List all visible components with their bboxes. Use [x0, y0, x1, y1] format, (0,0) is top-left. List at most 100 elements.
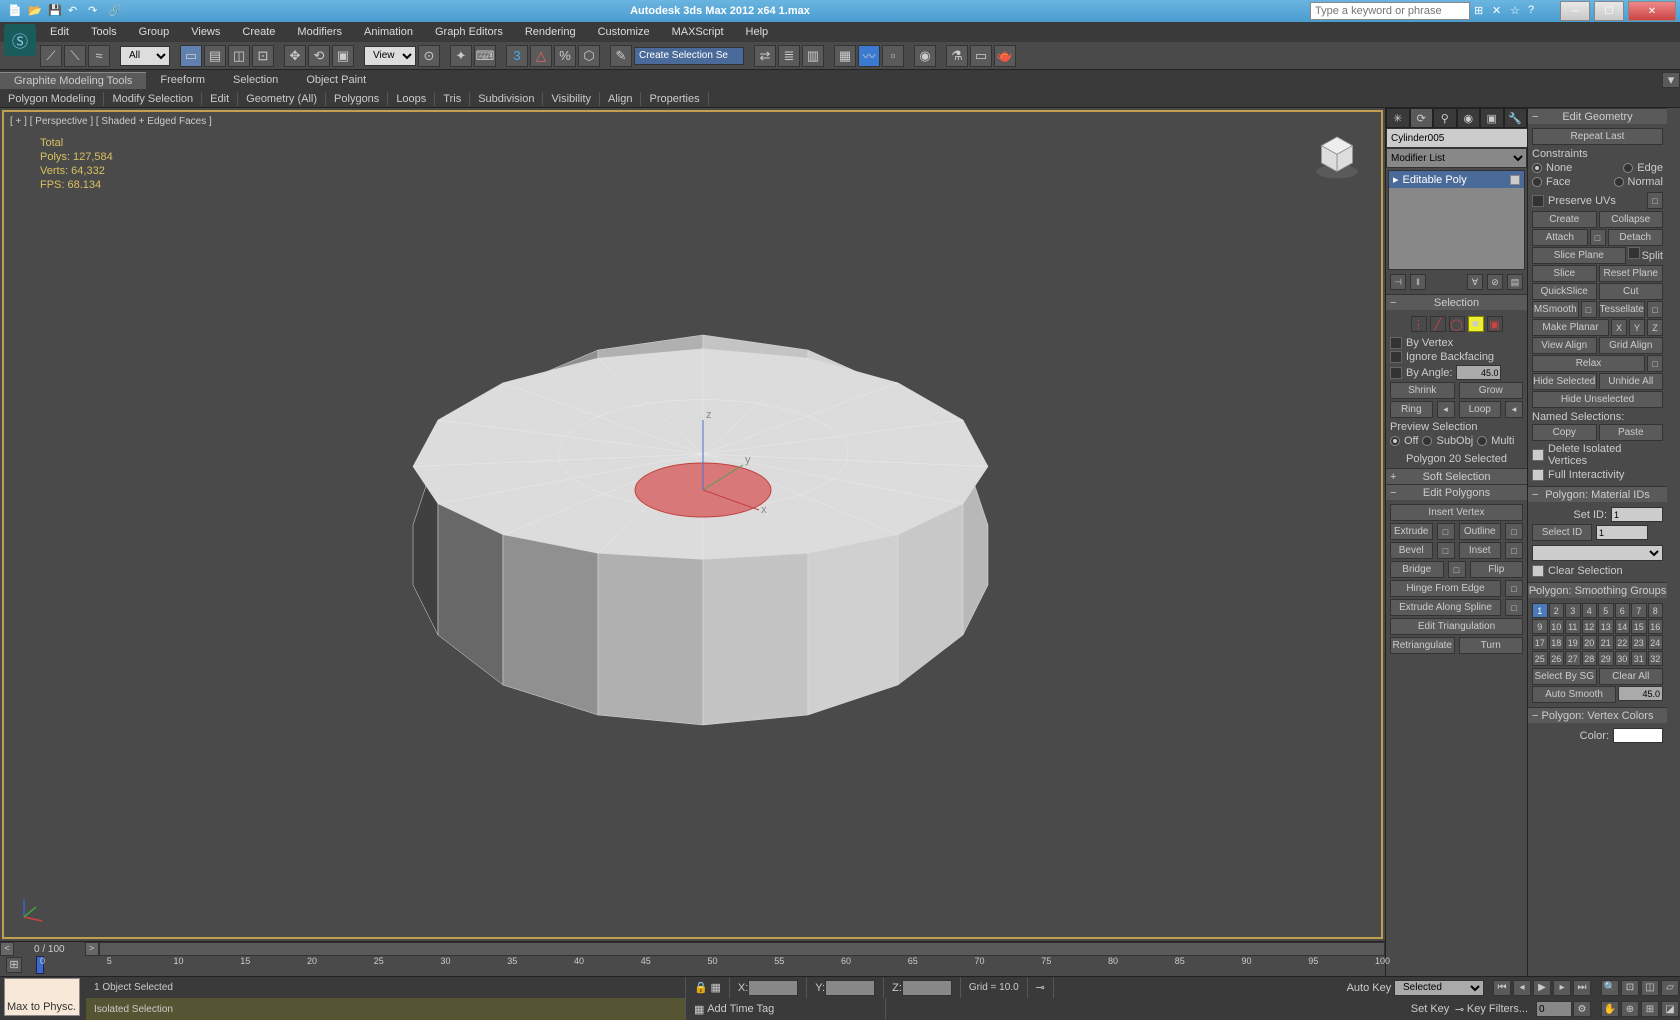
- fav-icon[interactable]: ☆: [1510, 4, 1524, 18]
- min-max-icon[interactable]: ◪: [1661, 1001, 1679, 1017]
- sg-16[interactable]: 16: [1648, 619, 1664, 634]
- undo-icon[interactable]: ↶: [68, 4, 82, 18]
- edit-geom-hdr[interactable]: −Edit Geometry: [1528, 108, 1667, 124]
- rib-tris[interactable]: Tris: [435, 92, 470, 106]
- maxscript-listener[interactable]: Max to Physc.: [4, 978, 80, 1016]
- planar-y[interactable]: Y: [1629, 319, 1645, 336]
- sg-21[interactable]: 21: [1598, 635, 1614, 650]
- con-normal-radio[interactable]: [1614, 177, 1624, 187]
- by-angle-check[interactable]: [1390, 367, 1402, 379]
- extrude-spline-button[interactable]: Extrude Along Spline: [1390, 599, 1501, 616]
- sg-13[interactable]: 13: [1598, 619, 1614, 634]
- sg-15[interactable]: 15: [1631, 619, 1647, 634]
- con-none-radio[interactable]: [1532, 163, 1542, 173]
- menu-modifiers[interactable]: Modifiers: [287, 24, 352, 40]
- detach-button[interactable]: Detach: [1608, 229, 1664, 246]
- link-tool-icon[interactable]: ⟋: [40, 45, 62, 67]
- create-tab-icon[interactable]: ✳: [1386, 108, 1410, 128]
- tl-track[interactable]: [99, 942, 1385, 956]
- app-logo[interactable]: Ⓢ: [4, 24, 36, 56]
- y-coord-input[interactable]: [825, 980, 875, 996]
- minimize-button[interactable]: ─: [1560, 1, 1590, 21]
- hinge-settings[interactable]: □: [1505, 580, 1523, 597]
- sg-29[interactable]: 29: [1598, 651, 1614, 666]
- rib-geomall[interactable]: Geometry (All): [238, 92, 326, 106]
- clear-sel-check[interactable]: ✓: [1532, 565, 1544, 577]
- motion-tab-icon[interactable]: ◉: [1457, 108, 1481, 128]
- rib-polygons[interactable]: Polygons: [326, 92, 388, 106]
- retriangulate-button[interactable]: Retriangulate: [1390, 637, 1455, 654]
- rotate-tool-icon[interactable]: ⟲: [308, 45, 330, 67]
- shrink-button[interactable]: Shrink: [1390, 382, 1455, 399]
- viewport-perspective[interactable]: [ + ] [ Perspective ] [ Shaded + Edged F…: [2, 110, 1383, 939]
- schematic-icon[interactable]: ▫: [882, 45, 904, 67]
- window-crossing-icon[interactable]: ⊡: [252, 45, 274, 67]
- zoom-ext-icon[interactable]: ◫: [1641, 980, 1659, 996]
- sg-19[interactable]: 19: [1565, 635, 1581, 650]
- material-editor-icon[interactable]: ◉: [914, 45, 936, 67]
- ribbon-graphite[interactable]: Graphite Modeling Tools: [0, 72, 146, 89]
- help-search[interactable]: [1310, 2, 1470, 20]
- inset-settings[interactable]: □: [1505, 542, 1523, 559]
- rib-align[interactable]: Align: [600, 92, 641, 106]
- ribbon-objectpaint[interactable]: Object Paint: [292, 72, 380, 88]
- bevel-settings[interactable]: □: [1437, 542, 1455, 559]
- select-manip-icon[interactable]: ✦: [450, 45, 472, 67]
- align-icon[interactable]: ≣: [778, 45, 800, 67]
- viewcube-icon[interactable]: [1311, 130, 1363, 182]
- pin-stack-icon[interactable]: ⊣: [1390, 274, 1406, 290]
- sg-2[interactable]: 2: [1549, 603, 1565, 618]
- preserve-uv-settings[interactable]: □: [1647, 192, 1663, 209]
- open-icon[interactable]: 📂: [28, 4, 42, 18]
- key-icon[interactable]: ⊸: [1036, 981, 1045, 994]
- coord-icon[interactable]: ▦: [710, 981, 720, 994]
- sg-32[interactable]: 32: [1648, 651, 1664, 666]
- layers-icon[interactable]: ▥: [802, 45, 824, 67]
- repeat-last-button[interactable]: Repeat Last: [1532, 128, 1663, 145]
- utilities-tab-icon[interactable]: 🔧: [1504, 108, 1528, 128]
- zoom-icon[interactable]: 🔍: [1601, 980, 1619, 996]
- view-align-button[interactable]: View Align: [1532, 337, 1597, 354]
- vertex-subobj-icon[interactable]: ⋮: [1411, 316, 1427, 332]
- sg-3[interactable]: 3: [1565, 603, 1581, 618]
- sg-23[interactable]: 23: [1631, 635, 1647, 650]
- rib-subdiv[interactable]: Subdivision: [470, 92, 543, 106]
- help-icon[interactable]: ?: [1528, 4, 1542, 18]
- ribbon-selection[interactable]: Selection: [219, 72, 292, 88]
- add-time-tag[interactable]: Add Time Tag: [707, 1003, 774, 1015]
- edit-named-sel-icon[interactable]: ✎: [610, 45, 632, 67]
- del-iso-check[interactable]: ✓: [1532, 449, 1544, 461]
- bridge-settings[interactable]: □: [1448, 561, 1466, 578]
- select-region-icon[interactable]: ◫: [228, 45, 250, 67]
- menu-tools[interactable]: Tools: [81, 24, 127, 40]
- ref-coord-dropdown[interactable]: View: [364, 46, 416, 66]
- modify-tab-icon[interactable]: ⟳: [1410, 108, 1434, 128]
- menu-maxscript[interactable]: MAXScript: [662, 24, 734, 40]
- extrude-settings[interactable]: □: [1437, 523, 1455, 540]
- rib-loops[interactable]: Loops: [388, 92, 435, 106]
- extrude-button[interactable]: Extrude: [1390, 523, 1433, 540]
- hierarchy-tab-icon[interactable]: ⚲: [1433, 108, 1457, 128]
- ribbon-collapse-icon[interactable]: ▾: [1662, 72, 1680, 88]
- maximize-button[interactable]: ☐: [1594, 1, 1624, 21]
- hinge-button[interactable]: Hinge From Edge: [1390, 580, 1501, 597]
- matid-dropdown[interactable]: [1532, 545, 1663, 561]
- inset-button[interactable]: Inset: [1459, 542, 1502, 559]
- object-name-input[interactable]: [1386, 128, 1528, 148]
- sg-28[interactable]: 28: [1582, 651, 1598, 666]
- selection-rollout-hdr[interactable]: −Selection: [1386, 294, 1527, 310]
- pivot-icon[interactable]: ⊙: [418, 45, 440, 67]
- tl-prev-icon[interactable]: <: [0, 942, 14, 956]
- menu-create[interactable]: Create: [232, 24, 285, 40]
- render-setup-icon[interactable]: ⚗: [946, 45, 968, 67]
- key-filters-button[interactable]: Key Filters...: [1467, 1003, 1528, 1015]
- z-coord-input[interactable]: [902, 980, 952, 996]
- sg-8[interactable]: 8: [1648, 603, 1664, 618]
- redo-icon[interactable]: ↷: [88, 4, 102, 18]
- auto-smooth-button[interactable]: Auto Smooth: [1532, 686, 1616, 703]
- save-icon[interactable]: 💾: [48, 4, 62, 18]
- comm-icon[interactable]: ✕: [1492, 4, 1506, 18]
- time-ruler[interactable]: ⊞ 05101520253035404550556065707580859095…: [0, 956, 1385, 976]
- paste-sel-button[interactable]: Paste: [1599, 424, 1664, 441]
- sg-4[interactable]: 4: [1582, 603, 1598, 618]
